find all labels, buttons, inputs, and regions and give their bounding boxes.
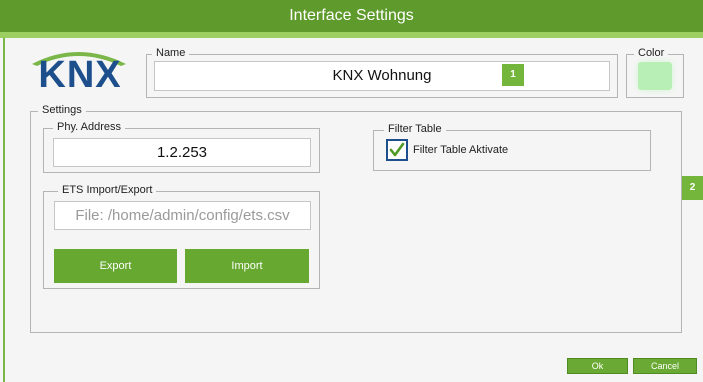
cancel-button[interactable]: Cancel xyxy=(633,358,697,374)
export-button[interactable]: Export xyxy=(54,249,177,283)
filter-table-legend: Filter Table xyxy=(384,123,446,136)
window-title: Interface Settings xyxy=(289,7,414,24)
name-input-value: KNX Wohnung xyxy=(332,67,432,84)
ok-button[interactable]: Ok xyxy=(567,358,628,374)
name-badge: 1 xyxy=(502,64,524,86)
ets-legend: ETS Import/Export xyxy=(58,184,157,197)
import-button[interactable]: Import xyxy=(185,249,309,283)
name-legend: Name xyxy=(152,47,190,60)
knx-logo: KNX xyxy=(20,42,140,96)
color-swatch[interactable] xyxy=(638,62,672,90)
knx-logo-text: KNX xyxy=(38,54,122,96)
settings-legend: Settings xyxy=(38,104,86,117)
filter-table-label: Filter Table Aktivate xyxy=(413,144,509,156)
phy-address-value: 1.2.253 xyxy=(156,144,208,161)
checkmark-icon xyxy=(386,139,408,161)
settings-badge: 2 xyxy=(682,176,703,200)
phy-address-legend: Phy. Address xyxy=(53,121,125,134)
filter-table-checkbox[interactable] xyxy=(386,139,408,161)
ets-file-placeholder: File: /home/admin/config/ets.csv xyxy=(75,207,290,224)
color-legend: Color xyxy=(634,47,669,60)
